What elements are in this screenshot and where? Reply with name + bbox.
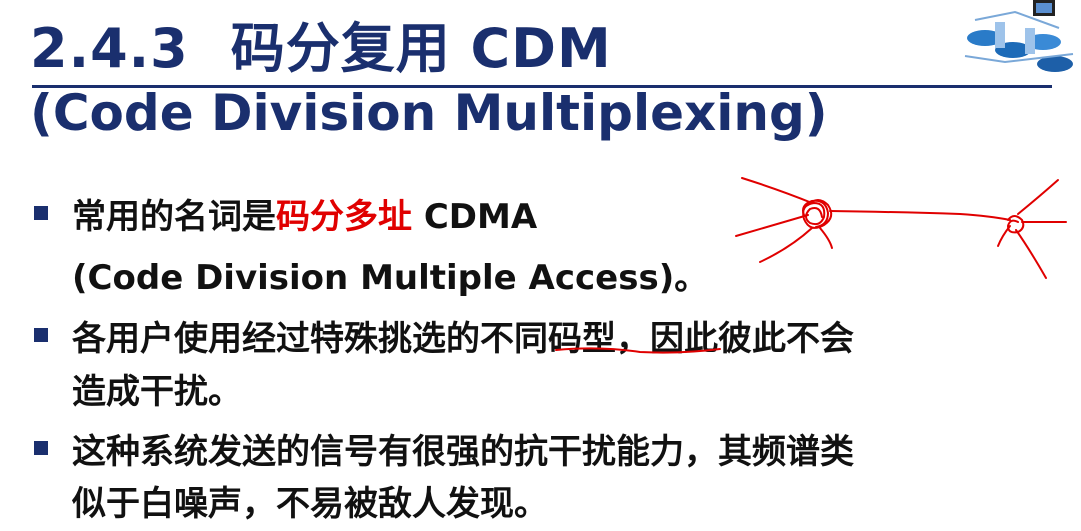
bullet-2-line-2: 造成干扰。 [72,372,242,412]
bullet-square-icon [34,441,48,455]
highlight-term: 码分多址 [276,197,412,237]
bullet-3-line-2: 似于白噪声，不易被敌人发现。 [72,484,548,524]
slide-title: 2.4.3 码分复用 CDM [30,4,612,83]
bullet-1-line-2: (Code Division Multiple Access)。 [72,258,709,298]
bullet-1-line-1: 常用的名词是码分多址 CDMA [72,197,538,237]
bullet-square-icon [34,328,48,342]
title-text: 码分复用 CDM [230,17,612,80]
network-logo-icon [964,0,1074,72]
bullet-2-line-1: 各用户使用经过特殊挑选的不同码型，因此彼此不会 [72,319,854,359]
title-number: 2.4.3 [30,17,189,80]
bullet-3-line-1: 这种系统发送的信号有很强的抗干扰能力，其频谱类 [72,432,854,472]
slide-subtitle: (Code Division Multiplexing) [30,84,828,142]
bullet-square-icon [34,206,48,220]
